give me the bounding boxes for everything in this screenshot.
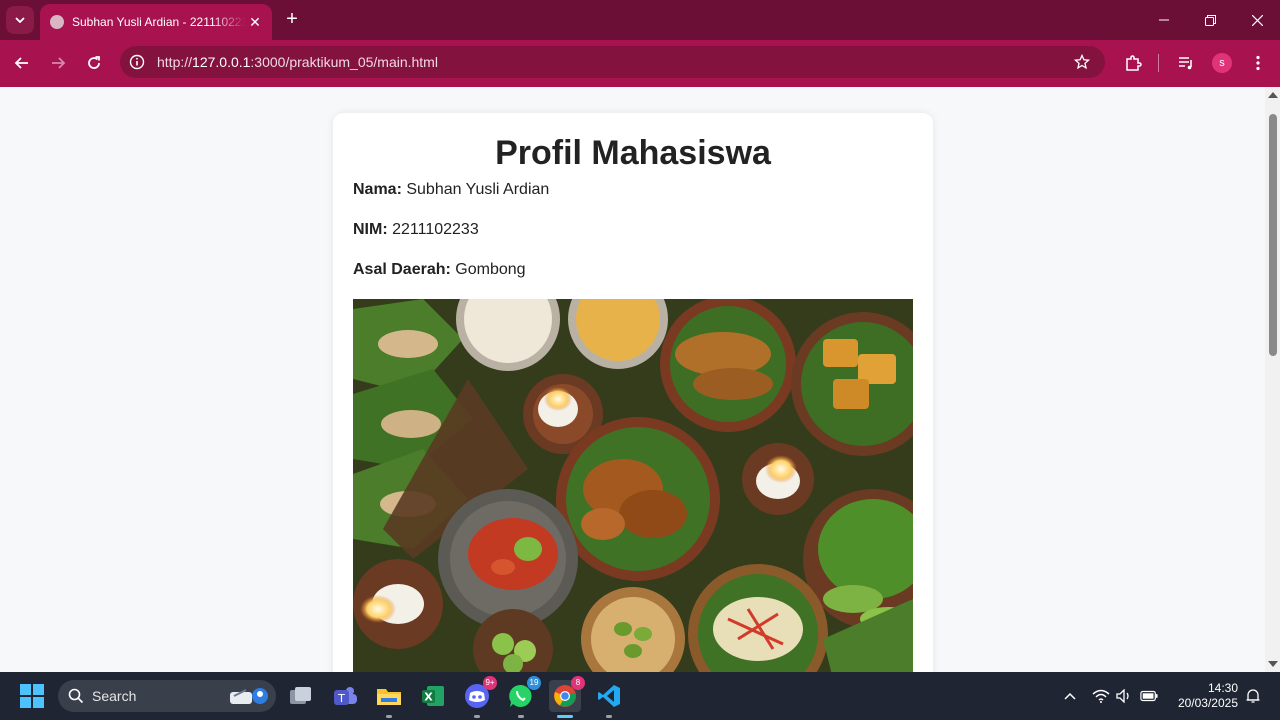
battery-icon [1140, 690, 1158, 702]
page-scrollbar[interactable] [1265, 87, 1280, 672]
queue-music-icon [1179, 57, 1192, 70]
browser-tab[interactable]: Subhan Yusli Ardian - 2211102233 ✕ [40, 4, 272, 40]
search-icon [68, 688, 84, 704]
field-value: Subhan Yusli Ardian [406, 181, 550, 198]
svg-text:T: T [337, 692, 345, 705]
whatsapp-app[interactable]: 19 [505, 676, 541, 718]
close-tab-icon[interactable]: ✕ [246, 13, 264, 31]
field-label: Nama: [353, 181, 402, 198]
teams-icon: T [334, 687, 357, 705]
reload-icon [88, 56, 100, 69]
scroll-up-icon[interactable] [1268, 92, 1278, 98]
minimize-button[interactable] [1141, 0, 1187, 40]
field-nama: Nama: Subhan Yusli Ardian [353, 181, 549, 199]
restore-button[interactable] [1187, 0, 1233, 40]
notification-badge: 19 [527, 676, 541, 690]
profile-avatar[interactable]: s [1212, 53, 1232, 73]
task-view-button[interactable] [285, 680, 317, 712]
field-nim: NIM: 2211102233 [353, 221, 479, 239]
system-clock[interactable]: 14:30 20/03/2025 [1172, 681, 1238, 711]
field-value: 2211102233 [392, 221, 479, 238]
running-indicator [474, 715, 480, 718]
taskbar: Search T X 9+ 19 8 14:30 20/03/2025 [0, 672, 1280, 720]
notification-bell-icon [1246, 689, 1260, 703]
chevron-down-icon [15, 17, 25, 24]
scroll-down-icon[interactable] [1268, 661, 1278, 667]
wifi-icon [1092, 689, 1110, 703]
restore-icon [1204, 14, 1216, 26]
wifi-status[interactable] [1092, 687, 1110, 705]
minimize-icon [1159, 19, 1169, 21]
field-label: NIM: [353, 221, 388, 238]
page-viewport: Profil Mahasiswa Nama: Subhan Yusli Ardi… [0, 87, 1280, 672]
running-indicator [557, 715, 573, 718]
speaker-icon [1116, 689, 1129, 703]
field-value: Gombong [455, 261, 526, 278]
search-highlight-icon [230, 688, 268, 704]
close-icon [1251, 14, 1263, 26]
tab-strip: Subhan Yusli Ardian - 2211102233 ✕ + [0, 0, 1280, 40]
close-window-button[interactable] [1234, 0, 1280, 40]
clock-time: 14:30 [1207, 681, 1238, 695]
notification-badge: 8 [571, 676, 585, 690]
chevron-up-icon [1064, 692, 1076, 700]
url-text: http://127.0.0.1:3000/praktikum_05/main.… [157, 54, 438, 70]
running-indicator [386, 715, 392, 718]
clock-date: 20/03/2025 [1177, 696, 1238, 710]
folder-icon [377, 689, 401, 705]
browser-toolbar: http://127.0.0.1:3000/praktikum_05/main.… [0, 40, 1280, 87]
globe-icon [50, 15, 64, 29]
scrollbar-thumb[interactable] [1269, 114, 1277, 356]
forward-button[interactable] [45, 50, 71, 76]
notification-badge: 9+ [483, 676, 497, 690]
reload-button[interactable] [81, 50, 107, 76]
running-indicator [518, 715, 524, 718]
windows-logo-icon [20, 684, 44, 708]
back-button[interactable] [9, 50, 35, 76]
search-label: Search [92, 688, 137, 704]
profile-card: Profil Mahasiswa Nama: Subhan Yusli Ardi… [333, 113, 933, 672]
address-bar[interactable]: http://127.0.0.1:3000/praktikum_05/main.… [120, 46, 1105, 78]
extensions-button[interactable] [1120, 50, 1146, 76]
toolbar-separator [1158, 54, 1159, 72]
forward-arrow-icon [52, 57, 66, 69]
page-title: Profil Mahasiswa [495, 134, 771, 172]
new-tab-button[interactable]: + [282, 9, 302, 30]
kebab-menu-icon [1256, 55, 1260, 71]
menu-button[interactable] [1245, 50, 1271, 76]
task-view-icon [290, 687, 311, 704]
excel-icon: X [422, 686, 444, 706]
vscode-icon [598, 685, 620, 707]
battery-status[interactable] [1140, 687, 1158, 705]
volume-status[interactable] [1115, 687, 1133, 705]
show-hidden-icons-button[interactable] [1061, 687, 1079, 705]
file-explorer-app[interactable] [373, 680, 405, 718]
back-arrow-icon [14, 57, 28, 69]
vscode-app[interactable] [593, 680, 625, 718]
tab-title: Subhan Yusli Ardian - 2211102233 [72, 15, 246, 29]
puzzle-icon [1126, 55, 1142, 71]
field-asal-daerah: Asal Daerah: Gombong [353, 261, 526, 279]
notifications-button[interactable] [1244, 687, 1262, 705]
field-label: Asal Daerah: [353, 261, 451, 278]
svg-text:X: X [424, 691, 433, 704]
chrome-app[interactable]: 8 [549, 676, 585, 718]
site-info-icon[interactable] [129, 54, 145, 70]
teams-app[interactable]: T [329, 680, 361, 712]
start-button[interactable] [16, 680, 48, 712]
excel-app[interactable]: X [417, 680, 449, 712]
taskbar-search[interactable]: Search [58, 680, 276, 712]
running-indicator [606, 715, 612, 718]
bookmark-star-icon[interactable] [1074, 54, 1090, 70]
regional-food-photo [353, 299, 913, 672]
media-controls-button[interactable] [1173, 50, 1199, 76]
tab-search-button[interactable] [6, 6, 34, 34]
discord-app[interactable]: 9+ [461, 676, 497, 718]
